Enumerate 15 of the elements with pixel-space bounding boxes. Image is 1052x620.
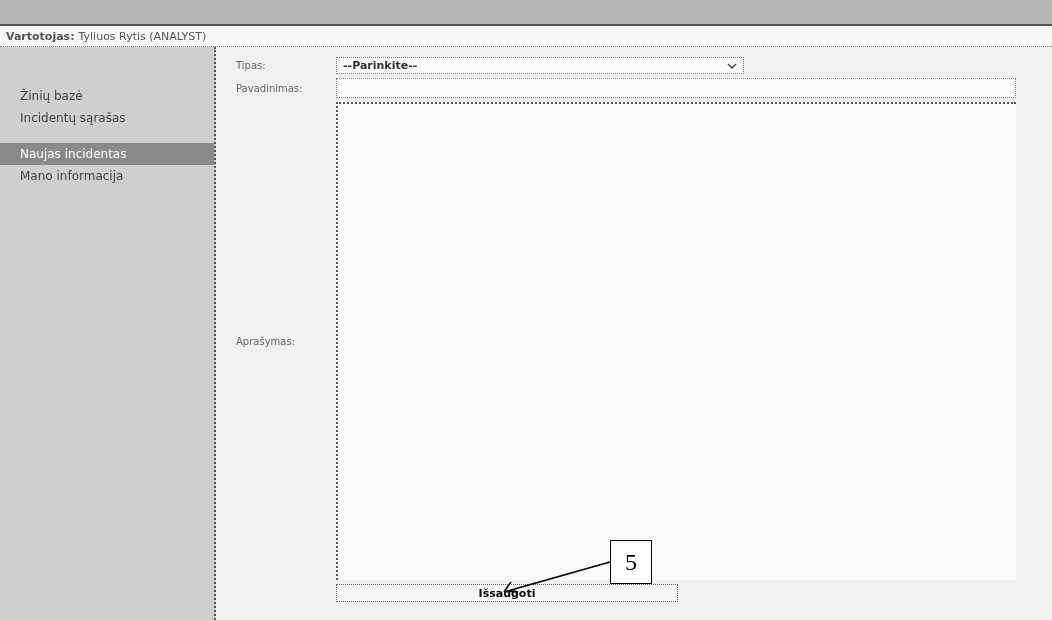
field-label: Pavadinimas: — [236, 82, 304, 94]
description-field[interactable] — [336, 102, 1016, 580]
sidebar-item[interactable]: Incidentų sąrašas — [0, 107, 214, 129]
user-label: Vartotojas: — [6, 29, 75, 43]
save-button[interactable]: Išsaugoti — [336, 584, 678, 602]
sidebar-item[interactable]: Mano informacija — [0, 165, 214, 187]
title-field[interactable] — [336, 78, 1016, 98]
chevron-icon — [727, 61, 737, 70]
sidebar-item[interactable]: Naujas incidentas — [0, 143, 214, 165]
type-select[interactable]: --Parinkite-- — [336, 57, 744, 74]
callout-label: 5 — [610, 540, 652, 584]
field-label: Tipas: — [236, 60, 267, 71]
user-name: Tyliuos Rytis (ANALYST) — [78, 29, 207, 43]
sidebar-item[interactable]: Žinių bazė — [0, 85, 214, 107]
field-label: Aprašymas: — [236, 335, 296, 347]
